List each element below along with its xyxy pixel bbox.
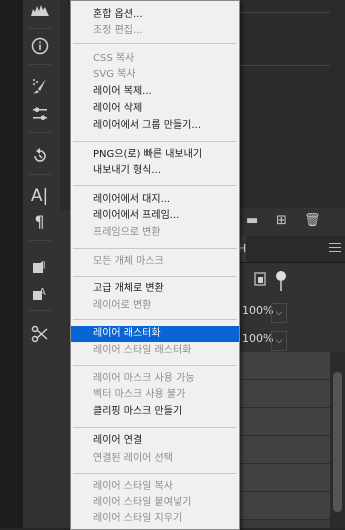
menu-item-delete-layer[interactable]: 레이어 삭제 (71, 101, 239, 117)
menu-item-all-object-mask[interactable]: 모든 개체 마스크 (71, 254, 239, 270)
menu-item-clear-layer-style[interactable]: 레이어 스타일 지우기 (71, 511, 239, 527)
menu-item-copy-svg[interactable]: SVG 복사 (71, 67, 239, 83)
opacity-control: 100% ⌵ (238, 300, 345, 324)
filter-toggle-icon[interactable] (276, 271, 286, 281)
layer-toolbar: ▬ ⊞ 🗑 (238, 208, 345, 234)
character-icon[interactable]: A| (23, 184, 56, 208)
menu-separator (73, 319, 237, 320)
fill-value[interactable]: 100% (242, 332, 273, 345)
tool-panel: A| ¶ ¶ A (23, 0, 57, 528)
menu-separator (73, 473, 237, 474)
menu-separator (73, 185, 237, 186)
tool-separator (29, 64, 51, 65)
menu-item-create-clipping-mask[interactable]: 클리핑 마스크 만들기 (71, 404, 239, 420)
menu-item-duplicate-layer[interactable]: 레이어 복제... (71, 84, 239, 100)
menu-item-convert-to-smart-object[interactable]: 고급 개체로 변환 (71, 281, 239, 297)
histogram-icon[interactable] (23, 0, 56, 24)
menu-item-quick-export-png[interactable]: PNG으(로) 빠른 내보내기 (71, 147, 239, 163)
menu-item-paste-layer-style[interactable]: 레이어 스타일 붙여넣기 (71, 495, 239, 511)
menu-item-rasterize-layer[interactable]: 레이어 래스터화 (71, 326, 239, 342)
chevron-down-icon[interactable]: ⌵ (271, 331, 287, 351)
menu-item-copy-css[interactable]: CSS 복사 (71, 51, 239, 67)
menu-item-artboard-from-layers[interactable]: 레이어에서 대지... (71, 192, 239, 208)
lock-position-icon[interactable] (254, 272, 266, 286)
menu-item-rasterize-layer-style[interactable]: 레이어 스타일 래스터화 (71, 343, 239, 359)
layer-row[interactable] (238, 380, 330, 408)
tool-separator (29, 310, 51, 311)
left-edge-strip (0, 0, 24, 528)
layer-row[interactable] (238, 352, 330, 380)
menu-item-disable-vector-mask[interactable]: 벡터 마스크 사용 불가 (71, 387, 239, 403)
menu-item-export-as[interactable]: 내보내기 형식... (71, 163, 239, 179)
panel-strip (238, 12, 330, 66)
menu-item-select-linked-layers[interactable]: 연결된 레이어 선택 (71, 451, 239, 467)
tool-separator (29, 28, 51, 29)
brush-presets-icon[interactable] (23, 102, 56, 126)
tool-separator (29, 174, 51, 175)
menu-item-convert-to-layers[interactable]: 레이어로 변환 (71, 298, 239, 314)
tool-presets-icon[interactable] (23, 322, 56, 346)
layer-row[interactable] (238, 408, 330, 436)
layer-context-menu: 혼합 옵션... 조정 편집... CSS 복사 SVG 복사 레이어 복제..… (70, 0, 240, 530)
filter-toggle-stem (280, 281, 282, 291)
opacity-value[interactable]: 100% (242, 304, 273, 317)
menu-item-convert-to-frame[interactable]: 프레임으로 변환 (71, 225, 239, 241)
character-styles-icon[interactable]: A (23, 280, 56, 304)
history-icon[interactable] (23, 144, 56, 168)
menu-separator (73, 43, 237, 44)
panel-menu-icon[interactable] (329, 240, 341, 255)
paragraph-icon[interactable]: ¶ (23, 210, 56, 234)
menu-item-group-from-layers[interactable]: 레이어에서 그룹 만들기... (71, 118, 239, 134)
new-group-icon[interactable]: ▬ (246, 213, 258, 228)
svg-text:¶: ¶ (40, 261, 46, 271)
menu-separator (73, 141, 237, 142)
layer-row[interactable] (238, 492, 330, 520)
menu-separator (73, 248, 237, 249)
menu-item-enable-layer-mask[interactable]: 레이어 마스크 사용 가능 (71, 371, 239, 387)
menu-item-link-layers[interactable]: 레이어 연결 (71, 433, 239, 449)
menu-item-blending-options[interactable]: 혼합 옵션... (71, 7, 239, 23)
tool-separator (29, 240, 51, 241)
new-layer-icon[interactable]: ⊞ (276, 213, 287, 228)
menu-item-edit-adjustment[interactable]: 조정 편집... (71, 23, 239, 39)
layer-row[interactable] (238, 464, 330, 492)
menu-item-frame-from-layers[interactable]: 레이어에서 프레임... (71, 208, 239, 224)
brush-settings-icon[interactable] (23, 74, 56, 98)
delete-layer-icon[interactable]: 🗑 (304, 213, 321, 228)
menu-separator (73, 365, 237, 366)
svg-text:A: A (39, 287, 46, 298)
menu-separator (73, 427, 237, 428)
layer-filter-row (238, 268, 345, 296)
paragraph-styles-icon[interactable]: ¶ (23, 254, 56, 278)
menu-separator (73, 276, 237, 277)
tool-separator (29, 132, 51, 133)
fill-control: 100% ⌵ (238, 328, 345, 352)
scrollbar-thumb[interactable] (333, 372, 342, 512)
info-icon[interactable] (23, 34, 56, 58)
layer-row[interactable] (238, 436, 330, 464)
menu-item-copy-layer-style[interactable]: 레이어 스타일 복사 (71, 479, 239, 495)
chevron-down-icon[interactable]: ⌵ (271, 303, 287, 323)
